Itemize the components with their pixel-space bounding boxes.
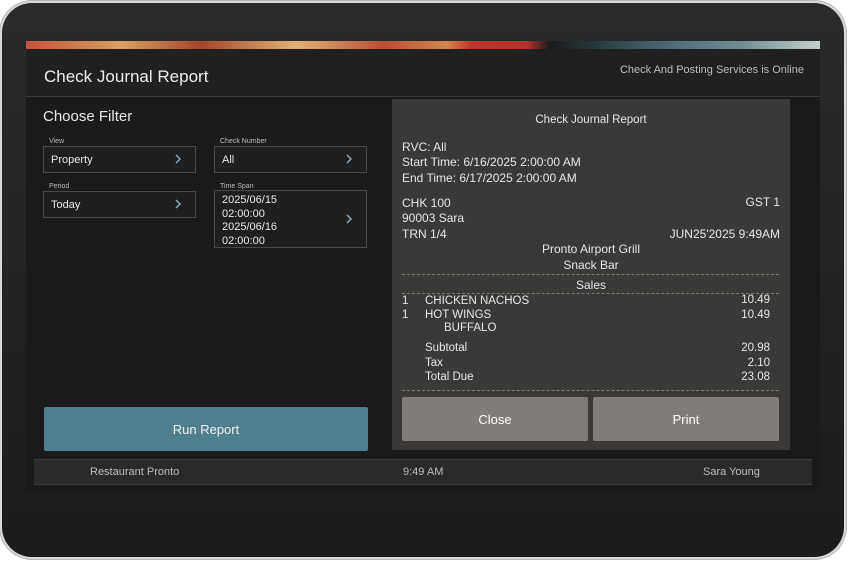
- page-title: Check Journal Report: [44, 67, 209, 86]
- check-number-select[interactable]: All: [214, 146, 367, 173]
- subtotal-value: 20.98: [741, 342, 770, 354]
- view-select[interactable]: Property: [43, 146, 196, 173]
- tablet-frame: Check Journal Report Check And Posting S…: [2, 3, 844, 557]
- divider: [402, 274, 779, 275]
- filter-panel: Choose Filter View Property Check Number…: [26, 97, 390, 455]
- report-section-heading: Sales: [575, 278, 607, 292]
- period-select[interactable]: Today: [43, 191, 196, 218]
- status-bar: Restaurant Pronto 9:49 AM Sara Young: [34, 459, 812, 485]
- decorative-art-banner: [26, 41, 820, 49]
- time-span-start-date: 2025/06/15: [222, 194, 278, 206]
- pos-screen: Check Journal Report Check And Posting S…: [26, 41, 820, 492]
- title-bar: Check Journal Report Check And Posting S…: [26, 49, 820, 97]
- subtotal-label: Subtotal: [425, 342, 468, 354]
- report-title: Check Journal Report: [535, 114, 647, 126]
- time-span-end-time: 02:00:00: [222, 234, 265, 247]
- period-value: Today: [51, 199, 81, 211]
- total-due-label: Total Due: [425, 371, 474, 383]
- view-label: View: [49, 138, 65, 145]
- report-end-time: End Time: 6/17/2025 2:00:00 AM: [402, 171, 577, 185]
- chevron-right-icon: [344, 213, 354, 225]
- current-time: 9:49 AM: [403, 466, 444, 478]
- item-quantity: 1: [402, 309, 409, 321]
- item-modifier: BUFFALO: [444, 322, 497, 334]
- service-status-text: Check And Posting Services is Online: [619, 64, 804, 76]
- time-span-start-time: 02:00:00: [222, 207, 265, 220]
- close-button[interactable]: Close: [402, 397, 588, 441]
- print-button[interactable]: Print: [593, 397, 779, 441]
- restaurant-name: Restaurant Pronto: [90, 466, 180, 478]
- report-revenue-center: Snack Bar: [563, 258, 619, 272]
- divider: [402, 390, 779, 391]
- tax-label: Tax: [425, 357, 443, 369]
- report-location: Pronto Airport Grill: [541, 242, 641, 256]
- report-employee: 90003 Sara: [402, 211, 465, 225]
- item-name: CHICKEN NACHOS: [425, 295, 530, 307]
- time-span-select[interactable]: 2025/06/15 02:00:00 2025/06/16 02:00:00: [214, 190, 367, 248]
- report-start-time: Start Time: 6/16/2025 2:00:00 AM: [402, 155, 581, 169]
- logged-in-user: Sara Young: [703, 466, 760, 478]
- time-span-label: Time Span: [220, 183, 254, 190]
- tax-value: 2.10: [747, 357, 770, 369]
- total-due-value: 23.08: [741, 371, 770, 383]
- time-span-end-date: 2025/06/16: [222, 221, 278, 233]
- chevron-right-icon: [344, 153, 354, 165]
- divider: [402, 293, 779, 294]
- check-number-value: All: [222, 154, 235, 166]
- chevron-right-icon: [173, 198, 183, 210]
- report-guest-count: GST 1: [745, 195, 780, 209]
- item-name: HOT WINGS: [425, 309, 492, 321]
- period-label: Period: [49, 183, 70, 190]
- view-value: Property: [51, 154, 93, 166]
- run-report-button[interactable]: Run Report: [44, 407, 368, 451]
- report-datetime: JUN25'2025 9:49AM: [669, 227, 780, 241]
- filter-heading: Choose Filter: [43, 108, 133, 125]
- item-price: 10.49: [741, 294, 770, 306]
- item-quantity: 1: [402, 295, 409, 307]
- item-price: 10.49: [741, 309, 770, 321]
- report-check-number: CHK 100: [402, 196, 451, 210]
- chevron-right-icon: [173, 153, 183, 165]
- report-transaction: TRN 1/4: [402, 227, 447, 241]
- report-rvc: RVC: All: [402, 140, 447, 154]
- report-preview: Check Journal Report RVC: All Start Time…: [392, 99, 790, 450]
- check-number-label: Check Number: [220, 138, 267, 145]
